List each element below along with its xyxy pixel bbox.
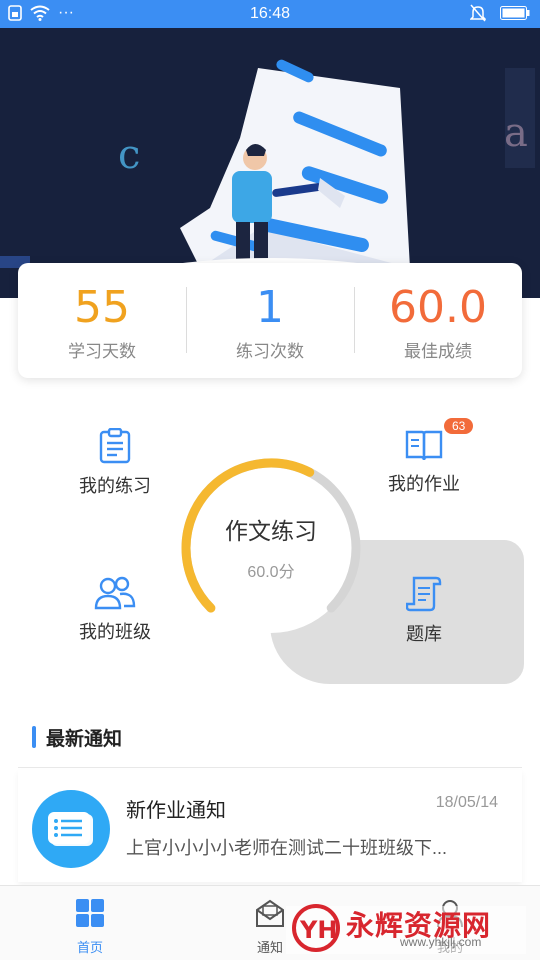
watermark-url: www.yhkjlj.com [400,935,482,949]
section-accent-bar [32,726,36,748]
envelope-icon [256,899,284,927]
status-right [470,4,530,22]
stat-study-days[interactable]: 55 学习天数 [18,263,186,378]
clipboard-icon [99,428,131,464]
scroll-icon [406,576,442,612]
stat-value: 1 [256,282,284,333]
stat-practice-count[interactable]: 1 练习次数 [186,263,354,378]
hero-banner: c a [0,28,540,298]
group-icon [94,576,136,610]
stat-label: 学习天数 [68,342,136,361]
nav-label: 首页 [76,940,103,955]
stat-value: 55 [74,282,130,333]
menu-label: 我的作业 [388,474,460,494]
nav-home[interactable]: 首页 [45,898,135,956]
stat-label: 最佳成绩 [404,342,472,361]
notice-title: 新作业通知 [126,800,226,822]
menu-question-bank[interactable]: 题库 [354,576,494,646]
status-bar: ··· 16:48 [0,0,540,28]
svg-text:c: c [118,132,140,178]
watermark-logo-text: YH [299,916,337,944]
menu-my-class[interactable]: 我的班级 [45,576,185,644]
notice-message-icon [32,790,110,868]
latest-notice-header: 最新通知 [18,708,522,768]
stat-best-score[interactable]: 60.0 最佳成绩 [354,263,522,378]
menu-my-homework[interactable]: 63 我的作业 [354,418,494,496]
menu-my-practice[interactable]: 我的练习 [45,428,185,498]
notice-body: 上官小小小小老师在测试二十班班级下... [126,838,448,858]
menu-label: 题库 [406,624,442,644]
notice-date: 18/05/14 [435,794,498,811]
clock: 16:48 [249,5,291,22]
notice-item[interactable]: 新作业通知 18/05/14 上官小小小小老师在测试二十班班级下... [18,770,522,882]
essay-score: 60.0分 [247,564,295,581]
menu-label: 我的练习 [79,476,151,496]
open-book-icon [405,430,443,461]
stats-card: 55 学习天数 1 练习次数 60.0 最佳成绩 [18,263,522,378]
stat-label: 练习次数 [236,342,304,361]
silent-bell-icon [470,4,486,22]
section-title: 最新通知 [46,729,123,750]
menu-label: 我的班级 [79,622,151,642]
stat-value: 60.0 [389,282,487,333]
battery-icon [500,6,530,20]
essay-practice-title[interactable]: 作文练习 [178,512,364,546]
grid-home-icon [76,899,104,927]
homework-count-badge: 63 [444,418,474,434]
essay-progress-ring[interactable] [178,455,364,641]
